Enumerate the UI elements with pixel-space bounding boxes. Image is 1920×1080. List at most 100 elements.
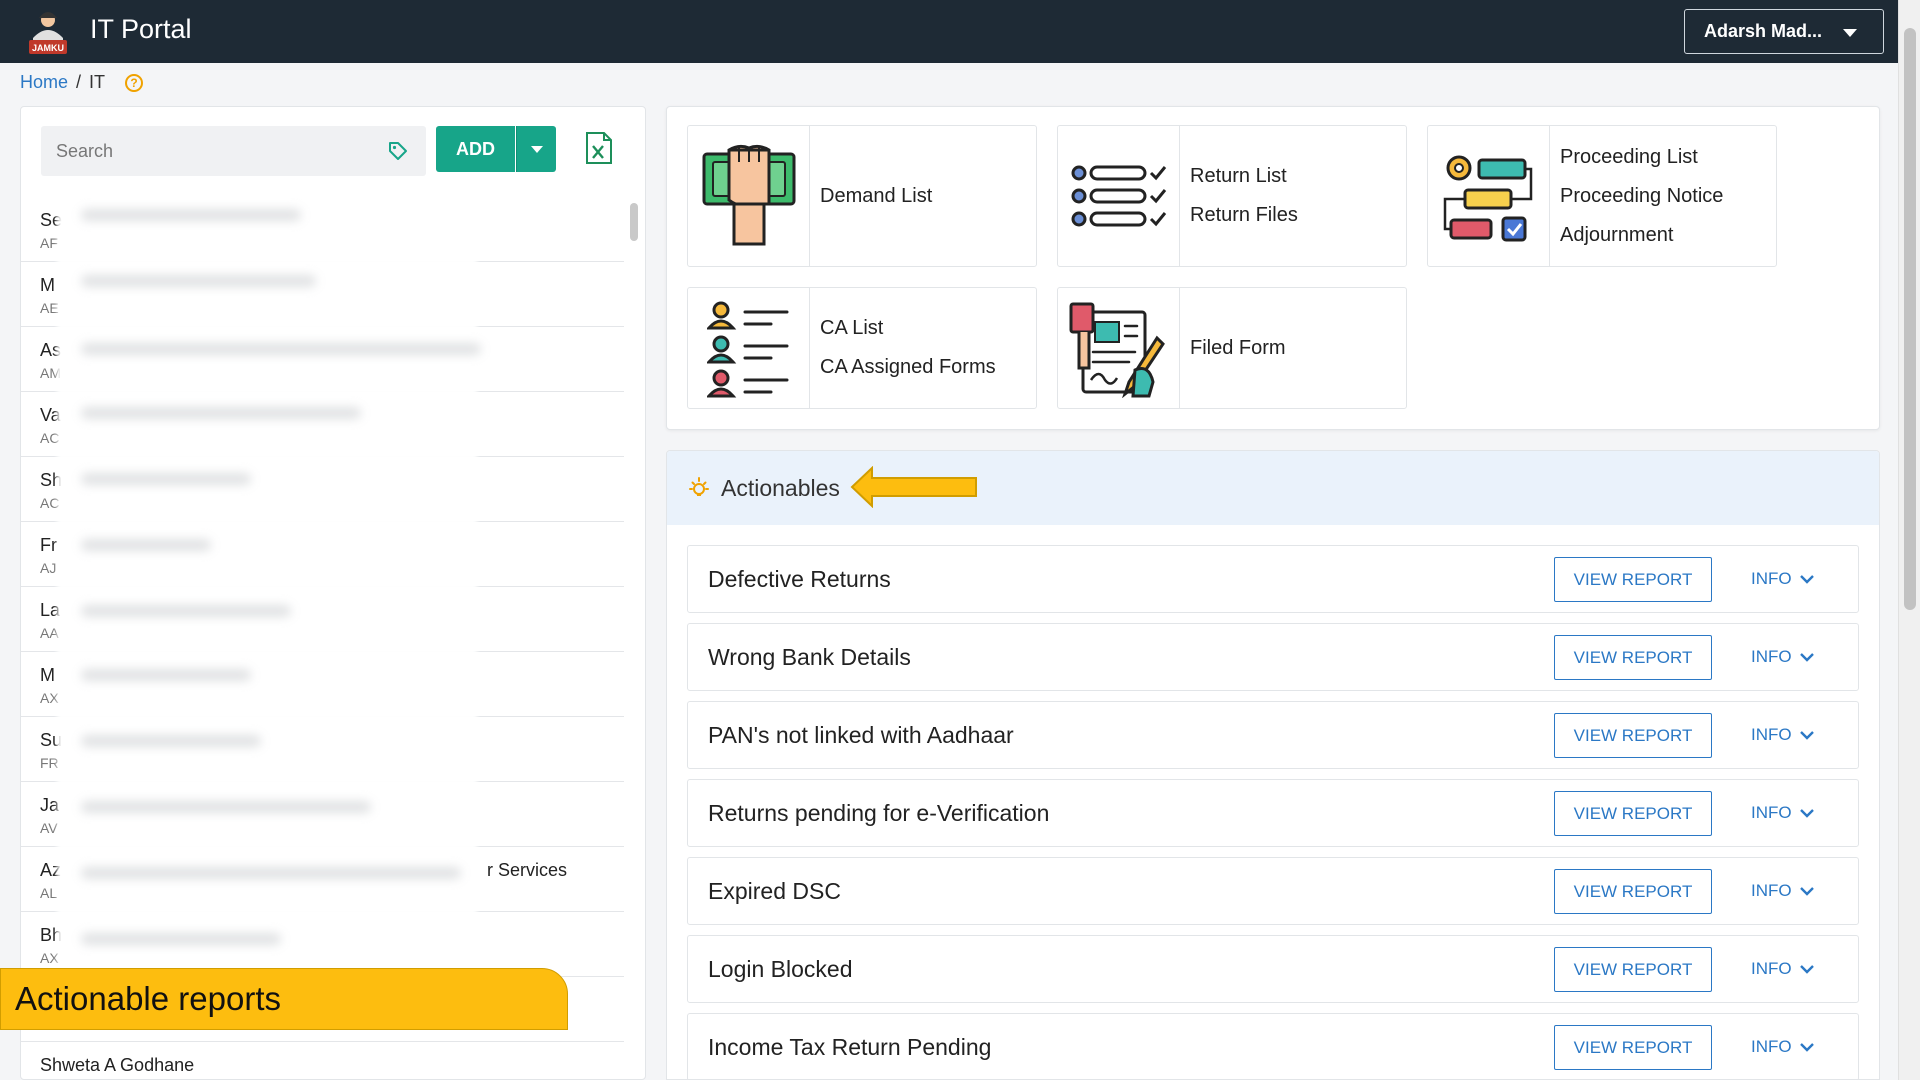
proceedings-links: Proceeding List Proceeding Notice Adjour… (1550, 126, 1723, 266)
checklist-icon (1071, 165, 1166, 227)
returns-links: Return List Return Files (1180, 126, 1298, 266)
list-scrollbar-thumb[interactable] (630, 203, 638, 241)
breadcrumb-home[interactable]: Home (20, 72, 68, 93)
ca-assigned-forms-link[interactable]: CA Assigned Forms (820, 356, 996, 379)
client-code: AV (40, 820, 58, 836)
actionable-label: Returns pending for e-Verification (708, 800, 1050, 826)
chevron-down-icon (1799, 652, 1814, 662)
chevron-down-icon (1799, 1042, 1814, 1052)
demand-list-link[interactable]: Demand List (820, 185, 932, 208)
view-report-button[interactable]: VIEW REPORT (1554, 869, 1712, 914)
search-box (41, 126, 426, 176)
actionable-row: Income Tax Return Pending VIEW REPORT IN… (687, 1013, 1859, 1079)
demand-cell (688, 126, 810, 266)
client-code: AL (40, 885, 58, 901)
client-code: FR (40, 755, 59, 771)
chevron-down-icon (1799, 886, 1814, 896)
add-dropdown-button[interactable] (516, 126, 556, 172)
client-name: M (40, 275, 55, 295)
workflow-gear-icon (1443, 155, 1532, 242)
client-code: AE (40, 300, 59, 316)
adjournment-link[interactable]: Adjournment (1560, 224, 1723, 247)
view-report-button[interactable]: VIEW REPORT (1554, 947, 1712, 992)
filed-cell (1058, 288, 1180, 408)
chevron-down-icon (1799, 808, 1814, 818)
proceedings-cell (1428, 126, 1550, 266)
info-toggle[interactable]: INFO (1751, 881, 1814, 901)
client-list-panel: ADD SeAF MAE AsAM VaAC ShAC FrAJ LaAA MA… (20, 106, 646, 1080)
demand-module[interactable]: Demand List (687, 125, 1037, 267)
info-label: INFO (1751, 803, 1792, 822)
actionable-row: Defective Returns VIEW REPORT INFO (687, 545, 1859, 613)
proceeding-list-link[interactable]: Proceeding List (1560, 146, 1723, 169)
ca-list-link[interactable]: CA List (820, 317, 996, 340)
actionable-label: Wrong Bank Details (708, 644, 911, 670)
view-report-button[interactable]: VIEW REPORT (1554, 557, 1712, 602)
client-code: AA (40, 625, 59, 641)
client-name: Shweta A Godhane (40, 1055, 195, 1075)
caret-down-icon (531, 146, 543, 153)
view-report-button[interactable]: VIEW REPORT (1554, 1025, 1712, 1070)
user-menu-button[interactable]: Adarsh Mad... (1684, 9, 1884, 54)
return-files-link[interactable]: Return Files (1190, 204, 1298, 227)
modules-panel: Demand List Return List Return Files Pro… (666, 106, 1880, 430)
proceeding-notice-link[interactable]: Proceeding Notice (1560, 185, 1723, 208)
info-label: INFO (1751, 647, 1792, 666)
client-name: M (40, 665, 55, 685)
actionables-title: Actionables (721, 474, 840, 501)
actionable-label: Login Blocked (708, 956, 853, 982)
help-icon[interactable]: ? (125, 73, 144, 92)
signed-document-icon (1069, 302, 1165, 398)
actionable-row: Returns pending for e-Verification VIEW … (687, 779, 1859, 847)
returns-module[interactable]: Return List Return Files (1057, 125, 1407, 267)
view-report-button[interactable]: VIEW REPORT (1554, 791, 1712, 836)
search-input[interactable] (41, 126, 361, 176)
page-scrollbar-thumb[interactable] (1904, 28, 1916, 610)
money-hand-icon (702, 144, 795, 246)
filed-links: Filed Form (1180, 288, 1286, 408)
breadcrumb: Home / IT ? (20, 72, 144, 93)
info-toggle[interactable]: INFO (1751, 569, 1814, 589)
breadcrumb-current: IT (89, 72, 106, 92)
info-toggle[interactable]: INFO (1751, 803, 1814, 823)
client-code: AX (40, 690, 59, 706)
view-report-button[interactable]: VIEW REPORT (1554, 713, 1712, 758)
info-toggle[interactable]: INFO (1751, 959, 1814, 979)
arrow-left-icon (850, 466, 977, 508)
demand-links: Demand List (810, 126, 932, 266)
actionable-label: Defective Returns (708, 566, 891, 592)
ca-module[interactable]: CA List CA Assigned Forms (687, 287, 1037, 409)
chevron-down-icon (1799, 964, 1814, 974)
client-code: AJ (40, 560, 57, 576)
jamku-logo[interactable]: JAMKU (25, 8, 71, 56)
actionable-label: Income Tax Return Pending (708, 1034, 992, 1060)
client-code: AF (40, 235, 58, 251)
lightbulb-icon (689, 477, 709, 496)
ca-cell (688, 288, 810, 408)
top-bar: JAMKU IT Portal Adarsh Mad... (0, 0, 1898, 63)
return-list-link[interactable]: Return List (1190, 165, 1298, 188)
user-list-icon (706, 301, 788, 398)
actionable-row: PAN's not linked with Aadhaar VIEW REPOR… (687, 701, 1859, 769)
actionable-label: PAN's not linked with Aadhaar (708, 722, 1014, 748)
actionable-row: Login Blocked VIEW REPORT INFO (687, 935, 1859, 1003)
tag-icon[interactable] (388, 141, 408, 161)
info-label: INFO (1751, 1037, 1792, 1056)
page-scrollbar[interactable] (1898, 0, 1920, 1080)
actionable-reports-callout: Actionable reports (0, 968, 568, 1030)
proceedings-module[interactable]: Proceeding List Proceeding Notice Adjour… (1427, 125, 1777, 267)
add-button[interactable]: ADD (436, 126, 515, 172)
filed-form-link[interactable]: Filed Form (1190, 337, 1286, 360)
client-code: AX (40, 950, 59, 966)
filed-module[interactable]: Filed Form (1057, 287, 1407, 409)
excel-export-icon[interactable] (586, 132, 612, 164)
actionable-row: Expired DSC VIEW REPORT INFO (687, 857, 1859, 925)
info-toggle[interactable]: INFO (1751, 725, 1814, 745)
caret-down-icon (1843, 29, 1857, 37)
client-list-item[interactable]: Shweta A Godhane (21, 1042, 624, 1079)
chevron-down-icon (1799, 574, 1814, 584)
info-toggle[interactable]: INFO (1751, 647, 1814, 667)
info-label: INFO (1751, 725, 1792, 744)
info-toggle[interactable]: INFO (1751, 1037, 1814, 1057)
view-report-button[interactable]: VIEW REPORT (1554, 635, 1712, 680)
